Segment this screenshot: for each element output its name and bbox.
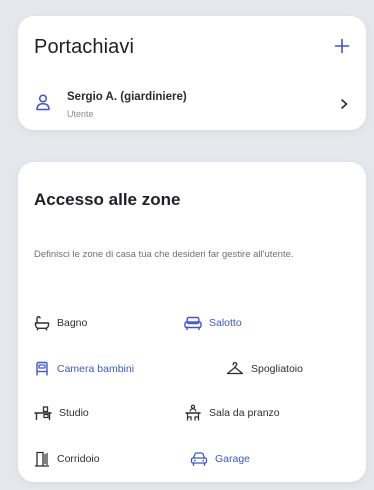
zone-spogliatoio[interactable]: Spogliatoio [226, 358, 303, 380]
dining-table-icon [185, 404, 201, 421]
zone-label: Corridoio [57, 453, 100, 465]
user-role: Utente [67, 109, 94, 119]
hanger-icon [226, 361, 244, 375]
zone-bagno[interactable]: Bagno [34, 312, 87, 334]
zone-access-title: Accesso alle zone [34, 190, 181, 209]
zone-label: Bagno [57, 317, 88, 329]
zone-label: Spogliatoio [251, 363, 303, 375]
add-user-button[interactable] [330, 34, 354, 58]
keychain-title: Portachiavi [34, 36, 135, 58]
zone-access-description: Definisci le zone di casa tua che deside… [34, 249, 294, 260]
sofa-icon [184, 316, 202, 331]
chevron-right-icon [341, 99, 348, 109]
zone-label: Garage [215, 453, 251, 465]
zone-corridoio[interactable]: Corridoio [34, 448, 100, 470]
user-row[interactable]: Sergio A. (giardiniere) Utente [30, 90, 356, 124]
zone-studio[interactable]: Studio [34, 402, 89, 424]
zone-label: Camera bambini [57, 363, 135, 375]
door-icon [34, 451, 50, 467]
user-name: Sergio A. (giardiniere) [67, 91, 187, 103]
zone-label: Sala da pranzo [209, 407, 280, 419]
zone-camera-bambini[interactable]: Camera bambini [34, 358, 134, 380]
keychain-card: Portachiavi Sergio A. (giardiniere) Uten… [18, 16, 366, 130]
desk-icon [34, 406, 52, 421]
zone-access-card: Accesso alle zone Definisci le zone di c… [18, 162, 366, 482]
zone-label: Salotto [209, 317, 242, 329]
car-icon [190, 452, 208, 466]
bathtub-icon [34, 315, 50, 331]
zone-garage[interactable]: Garage [190, 448, 250, 470]
zone-sala-da-pranzo[interactable]: Sala da pranzo [184, 402, 280, 424]
plus-icon [334, 38, 350, 54]
zone-salotto[interactable]: Salotto [184, 312, 242, 334]
bed-icon [36, 361, 48, 376]
user-icon [36, 94, 50, 111]
zone-label: Studio [59, 407, 89, 419]
